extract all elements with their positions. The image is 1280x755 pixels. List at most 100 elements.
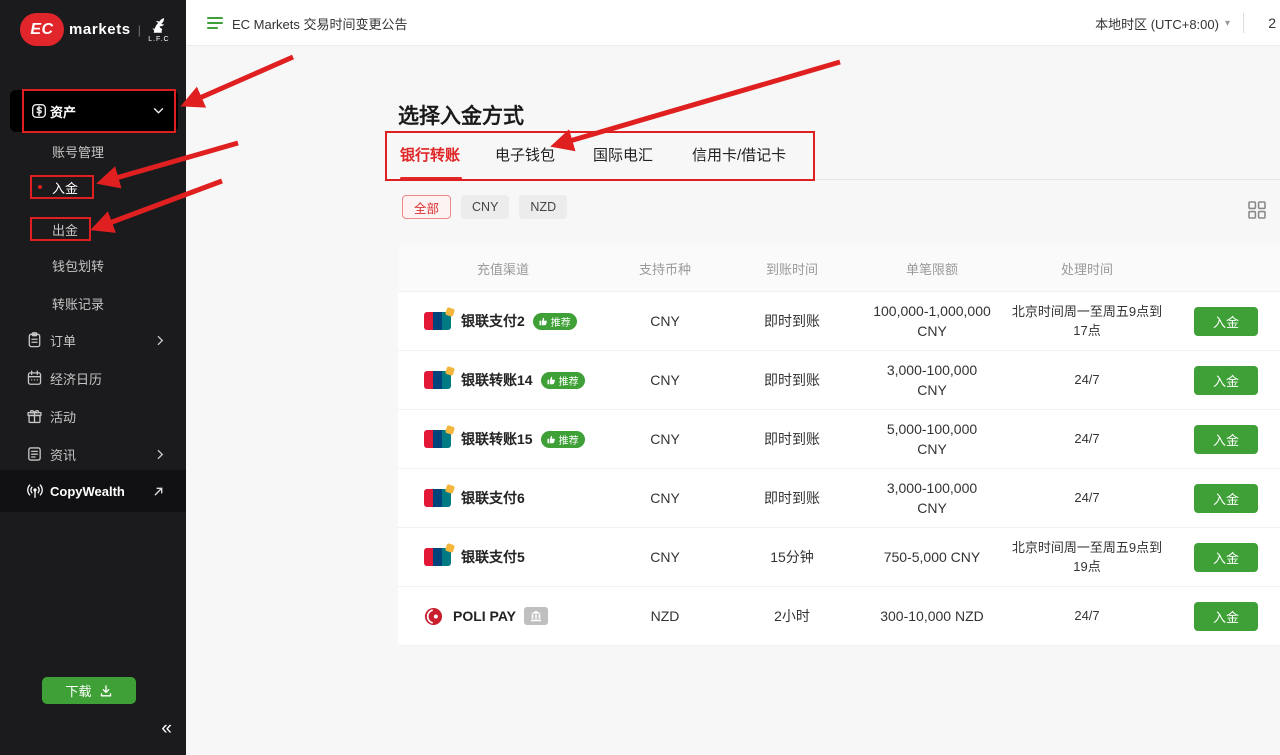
limit: 3,000-100,000 CNY [873, 360, 991, 401]
sidebar-item-label: CopyWealth [50, 484, 125, 499]
tab-credit-debit-card[interactable]: 信用卡/借记卡 [692, 144, 786, 165]
sidebar-item-label: 入金 [52, 178, 78, 197]
external-link-icon [153, 486, 164, 497]
tab-bank-transfer[interactable]: 银行转账 [400, 144, 460, 165]
recommend-badge: 推荐 [533, 313, 577, 330]
active-tab-underline [400, 177, 462, 180]
deposit-button[interactable]: 入金 [1194, 543, 1258, 572]
processing-time: 北京时间周一至周五9点到19点 [1007, 538, 1167, 577]
supported-currency: CNY [608, 549, 722, 565]
sidebar-item-account-management[interactable]: 账号管理 [0, 134, 186, 168]
sidebar-item-wallet-transfer[interactable]: 钱包划转 [0, 248, 186, 282]
sidebar-item-assets[interactable]: 资产 [0, 88, 186, 134]
channel-name: 银联转账14 [461, 370, 533, 390]
limit: 300-10,000 NZD [880, 606, 984, 626]
processing-time: 24/7 [1074, 606, 1099, 626]
sidebar-item-label: 账号管理 [52, 142, 104, 161]
deposit-button[interactable]: 入金 [1194, 425, 1258, 454]
calendar-icon [26, 370, 43, 387]
active-dot [38, 185, 42, 189]
sidebar-item-label: 经济日历 [50, 369, 102, 388]
gift-icon [26, 408, 43, 425]
table-header-row: 充值渠道 支持币种 到账时间 单笔限额 处理时间 [398, 245, 1280, 292]
tab-e-wallet[interactable]: 电子钱包 [495, 144, 555, 165]
limit: 5,000-100,000 CNY [873, 419, 991, 460]
sidebar-item-label: 出金 [52, 220, 78, 239]
filter-nzd[interactable]: NZD [519, 195, 567, 219]
supported-currency: CNY [608, 372, 722, 388]
brand-logo[interactable]: EC markets | L.F.C [20, 13, 170, 46]
broadcast-icon [26, 482, 44, 500]
thumbs-up-icon [547, 376, 556, 385]
sidebar-item-label: 资讯 [50, 445, 76, 464]
sidebar-item-economic-calendar[interactable]: 经济日历 [0, 360, 186, 396]
processing-time: 北京时间周一至周五9点到17点 [1007, 302, 1167, 341]
channel-name: 银联支付5 [461, 547, 525, 567]
announcement-link[interactable]: EC Markets 交易时间变更公告 [207, 0, 408, 46]
topbar-partial-text: 2 [1268, 0, 1276, 46]
sidebar-item-label: 钱包划转 [52, 256, 104, 275]
deposit-button[interactable]: 入金 [1194, 307, 1258, 336]
filter-cny[interactable]: CNY [461, 195, 509, 219]
channel-name: 银联转账15 [461, 429, 533, 449]
unionpay-icon [424, 312, 451, 330]
tab-international-wire[interactable]: 国际电汇 [593, 144, 653, 165]
table-row: 银联转账15 推荐 CNY 即时到账 5,000-100,000 CNY 24/… [398, 410, 1280, 469]
topbar-divider [1243, 13, 1244, 33]
lfc-logo: L.F.C [148, 17, 170, 43]
filter-all[interactable]: 全部 [402, 195, 451, 219]
recommend-badge: 推荐 [541, 372, 585, 389]
column-header-processing-time: 处理时间 [1002, 259, 1172, 278]
limit: 100,000-1,000,000 CNY [873, 301, 991, 342]
collapse-sidebar-button[interactable]: « [161, 718, 172, 740]
deposit-button[interactable]: 入金 [1194, 366, 1258, 395]
unionpay-icon [424, 371, 451, 389]
processing-time: 24/7 [1074, 429, 1099, 449]
deposit-button[interactable]: 入金 [1194, 484, 1258, 513]
download-button[interactable]: 下载 [42, 677, 136, 704]
page-title: 选择入金方式 [398, 100, 524, 130]
news-icon [26, 446, 43, 463]
channel-name: POLI PAY [453, 608, 516, 624]
sidebar-item-copywealth[interactable]: CopyWealth [0, 470, 186, 512]
dollar-icon [30, 102, 48, 120]
column-header-currency: 支持币种 [608, 259, 722, 278]
clipboard-icon [26, 332, 43, 349]
processing-time: 24/7 [1074, 370, 1099, 390]
bank-badge-icon [524, 607, 548, 625]
column-header-limit: 单笔限额 [862, 259, 1002, 278]
download-icon [99, 684, 113, 698]
sidebar-item-label: 转账记录 [52, 294, 104, 313]
sidebar-item-news[interactable]: 资讯 [0, 436, 186, 472]
timezone-selector[interactable]: 本地时区 (UTC+8:00) ▾ [1095, 0, 1230, 46]
table-row: 银联支付6 CNY 即时到账 3,000-100,000 CNY 24/7 入金 [398, 469, 1280, 528]
thumbs-up-icon [547, 435, 556, 444]
column-header-arrival-time: 到账时间 [722, 259, 862, 278]
sidebar-item-deposit[interactable]: 入金 [0, 168, 186, 206]
deposit-method-tabs: 银行转账 电子钱包 国际电汇 信用卡/借记卡 [386, 134, 1280, 180]
logo-divider: | [138, 23, 141, 37]
grid-view-icon[interactable] [1247, 200, 1267, 220]
sidebar-item-activities[interactable]: 活动 [0, 398, 186, 434]
channel-name: 银联支付6 [461, 488, 525, 508]
chevron-right-icon [157, 449, 164, 460]
chevron-down-icon [153, 107, 164, 115]
sidebar-item-transfer-records[interactable]: 转账记录 [0, 286, 186, 320]
lfc-label: L.F.C [148, 36, 169, 43]
arrival-time: 即时到账 [722, 429, 862, 449]
limit: 3,000-100,000 CNY [873, 478, 991, 519]
supported-currency: CNY [608, 490, 722, 506]
arrival-time: 15分钟 [722, 547, 862, 567]
sidebar-item-label: 活动 [50, 407, 76, 426]
sidebar-item-withdraw[interactable]: 出金 [0, 210, 186, 248]
ec-logo-badge: EC [20, 13, 64, 46]
unionpay-icon [424, 430, 451, 448]
arrival-time: 即时到账 [722, 311, 862, 331]
annotation-arrow-tabs [556, 62, 840, 145]
deposit-button[interactable]: 入金 [1194, 602, 1258, 631]
recommend-badge: 推荐 [541, 431, 585, 448]
table-row: 银联转账14 推荐 CNY 即时到账 3,000-100,000 CNY 24/… [398, 351, 1280, 410]
sidebar-item-orders[interactable]: 订单 [0, 322, 186, 358]
topbar: EC Markets 交易时间变更公告 本地时区 (UTC+8:00) ▾ 2 [186, 0, 1280, 46]
arrival-time: 2小时 [722, 606, 862, 626]
